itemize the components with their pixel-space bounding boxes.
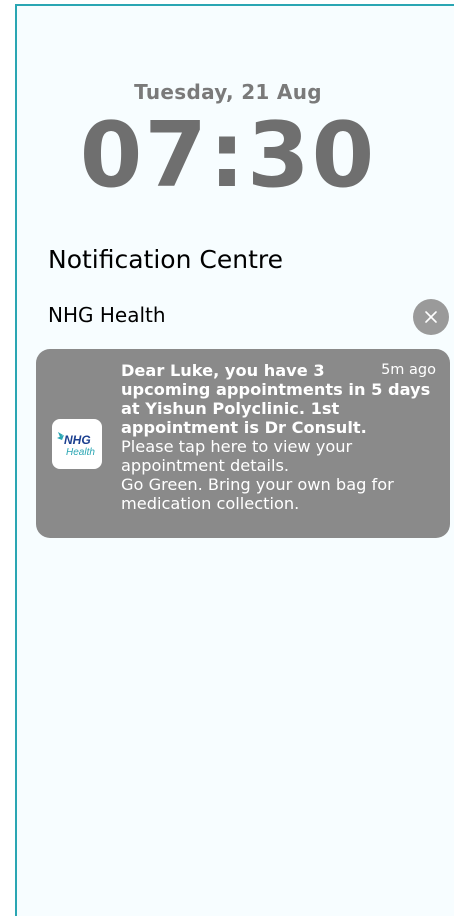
notification-group-app-name: NHG Health [48,303,166,327]
clear-notifications-button[interactable] [413,299,449,335]
close-icon [425,311,437,323]
notification-line: upcoming appointments in 5 days [121,380,431,399]
lock-screen: Tuesday, 21 Aug 07:30 Notification Centr… [15,4,454,916]
nhg-health-app-icon: NHG Health [52,419,102,469]
logo-text-top: NHG [64,433,91,447]
notification-card[interactable]: NHG Health 5m ago Dear Luke, you have 3 … [36,349,450,538]
notification-line: Please tap here to view your [121,437,353,456]
notification-line: Dear Luke, you have 3 [121,361,325,380]
notification-body: Dear Luke, you have 3 upcoming appointme… [121,361,439,513]
lockscreen-time: 07:30 [79,103,377,208]
notification-line: appointment is Dr Consult. [121,418,367,437]
nhg-health-logo: NHG Health [57,432,95,458]
notification-centre-title: Notification Centre [48,245,283,274]
notification-line: appointment details. [121,456,290,475]
logo-text-bottom: Health [66,447,95,458]
notification-line: at Yishun Polyclinic. 1st [121,399,340,418]
notification-line: Go Green. Bring your own bag for [121,475,394,494]
notification-line: medication collection. [121,494,300,513]
lockscreen-date: Tuesday, 21 Aug [134,80,322,104]
